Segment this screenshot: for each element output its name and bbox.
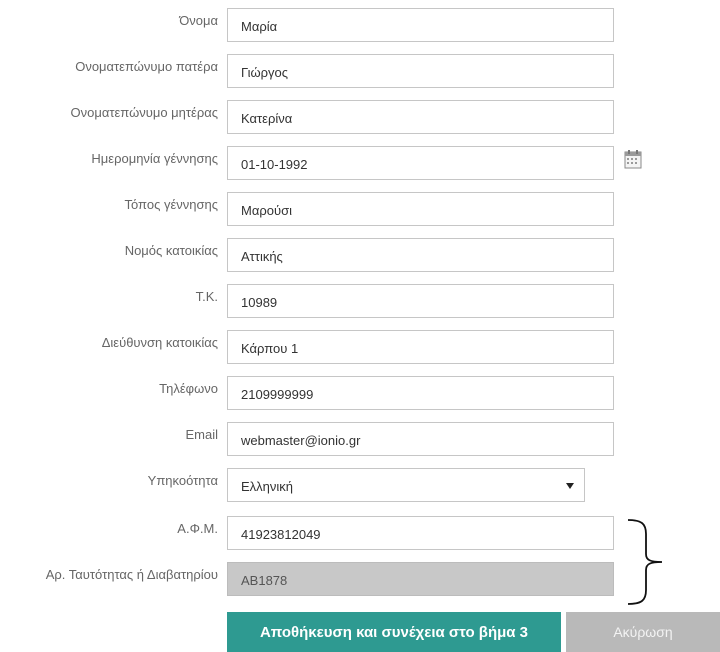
form-row-tax-id: Α.Φ.Μ. 41923812049 bbox=[0, 514, 720, 552]
email-value: webmaster@ionio.gr bbox=[241, 433, 361, 448]
tax-id-label: Α.Φ.Μ. bbox=[177, 521, 218, 536]
mother-name-value: Κατερίνα bbox=[241, 111, 293, 126]
form-row-nationality: Υπηκοότητα Ελληνική bbox=[0, 466, 720, 504]
form-row-father-name: Ονοματεπώνυμο πατέρα Γιώργος bbox=[0, 52, 720, 90]
form-row-birth-date: Ημερομηνία γέννησης 01-10-1992 bbox=[0, 144, 720, 182]
phone-label: Τηλέφωνο bbox=[159, 381, 218, 396]
nationality-select[interactable]: Ελληνική bbox=[227, 468, 585, 502]
form-row-id-number: Αρ. Ταυτότητας ή Διαβατηρίου AB1878 bbox=[0, 560, 720, 598]
form-row-address: Διεύθυνση κατοικίας Κάρπου 1 bbox=[0, 328, 720, 366]
phone-input[interactable]: 2109999999 bbox=[227, 376, 614, 410]
cancel-button[interactable]: Ακύρωση bbox=[566, 612, 720, 652]
form-row-phone: Τηλέφωνο 2109999999 bbox=[0, 374, 720, 412]
caret-down-icon bbox=[566, 483, 574, 489]
birth-place-input[interactable]: Μαρούσι bbox=[227, 192, 614, 226]
address-input[interactable]: Κάρπου 1 bbox=[227, 330, 614, 364]
address-value: Κάρπου 1 bbox=[241, 341, 299, 356]
address-label: Διεύθυνση κατοικίας bbox=[101, 335, 218, 350]
birth-place-value: Μαρούσι bbox=[241, 203, 292, 218]
prefecture-value: Αττικής bbox=[241, 249, 283, 264]
prefecture-label: Νομός κατοικίας bbox=[124, 243, 218, 258]
first-name-input[interactable]: Μαρία bbox=[227, 8, 614, 42]
mother-name-label: Ονοματεπώνυμο μητέρας bbox=[70, 105, 218, 120]
form-row-email: Email webmaster@ionio.gr bbox=[0, 420, 720, 458]
postal-code-input[interactable]: 10989 bbox=[227, 284, 614, 318]
form-row-first-name: Όνομα Μαρία bbox=[0, 6, 720, 44]
first-name-value: Μαρία bbox=[241, 19, 278, 34]
id-number-value: AB1878 bbox=[241, 573, 288, 588]
phone-value: 2109999999 bbox=[241, 387, 314, 402]
father-name-value: Γιώργος bbox=[241, 65, 289, 80]
postal-code-value: 10989 bbox=[241, 295, 278, 310]
prefecture-input[interactable]: Αττικής bbox=[227, 238, 614, 272]
nationality-value: Ελληνική bbox=[241, 479, 294, 494]
id-number-label: Αρ. Ταυτότητας ή Διαβατηρίου bbox=[45, 567, 218, 582]
curly-brace-icon bbox=[627, 519, 663, 605]
form-row-postal-code: Τ.Κ. 10989 bbox=[0, 282, 720, 320]
mother-name-input[interactable]: Κατερίνα bbox=[227, 100, 614, 134]
postal-code-label: Τ.Κ. bbox=[195, 289, 218, 304]
birth-date-label: Ημερομηνία γέννησης bbox=[91, 151, 218, 166]
id-number-input: AB1878 bbox=[227, 562, 614, 596]
father-name-label: Ονοματεπώνυμο πατέρα bbox=[75, 59, 218, 74]
form-row-prefecture: Νομός κατοικίας Αττικής bbox=[0, 236, 720, 274]
email-input[interactable]: webmaster@ionio.gr bbox=[227, 422, 614, 456]
birth-date-input[interactable]: 01-10-1992 bbox=[227, 146, 614, 180]
father-name-input[interactable]: Γιώργος bbox=[227, 54, 614, 88]
tax-id-value: 41923812049 bbox=[241, 527, 321, 542]
birth-date-value: 01-10-1992 bbox=[241, 157, 308, 172]
email-label: Email bbox=[185, 427, 218, 442]
calendar-icon[interactable] bbox=[624, 149, 642, 169]
first-name-label: Όνομα bbox=[179, 13, 218, 28]
form-row-birth-place: Τόπος γέννησης Μαρούσι bbox=[0, 190, 720, 228]
tax-id-input[interactable]: 41923812049 bbox=[227, 516, 614, 550]
birth-place-label: Τόπος γέννησης bbox=[124, 197, 219, 212]
save-continue-button[interactable]: Αποθήκευση και συνέχεια στο βήμα 3 bbox=[227, 612, 561, 652]
form-row-mother-name: Ονοματεπώνυμο μητέρας Κατερίνα bbox=[0, 98, 720, 136]
nationality-label: Υπηκοότητα bbox=[147, 473, 218, 488]
